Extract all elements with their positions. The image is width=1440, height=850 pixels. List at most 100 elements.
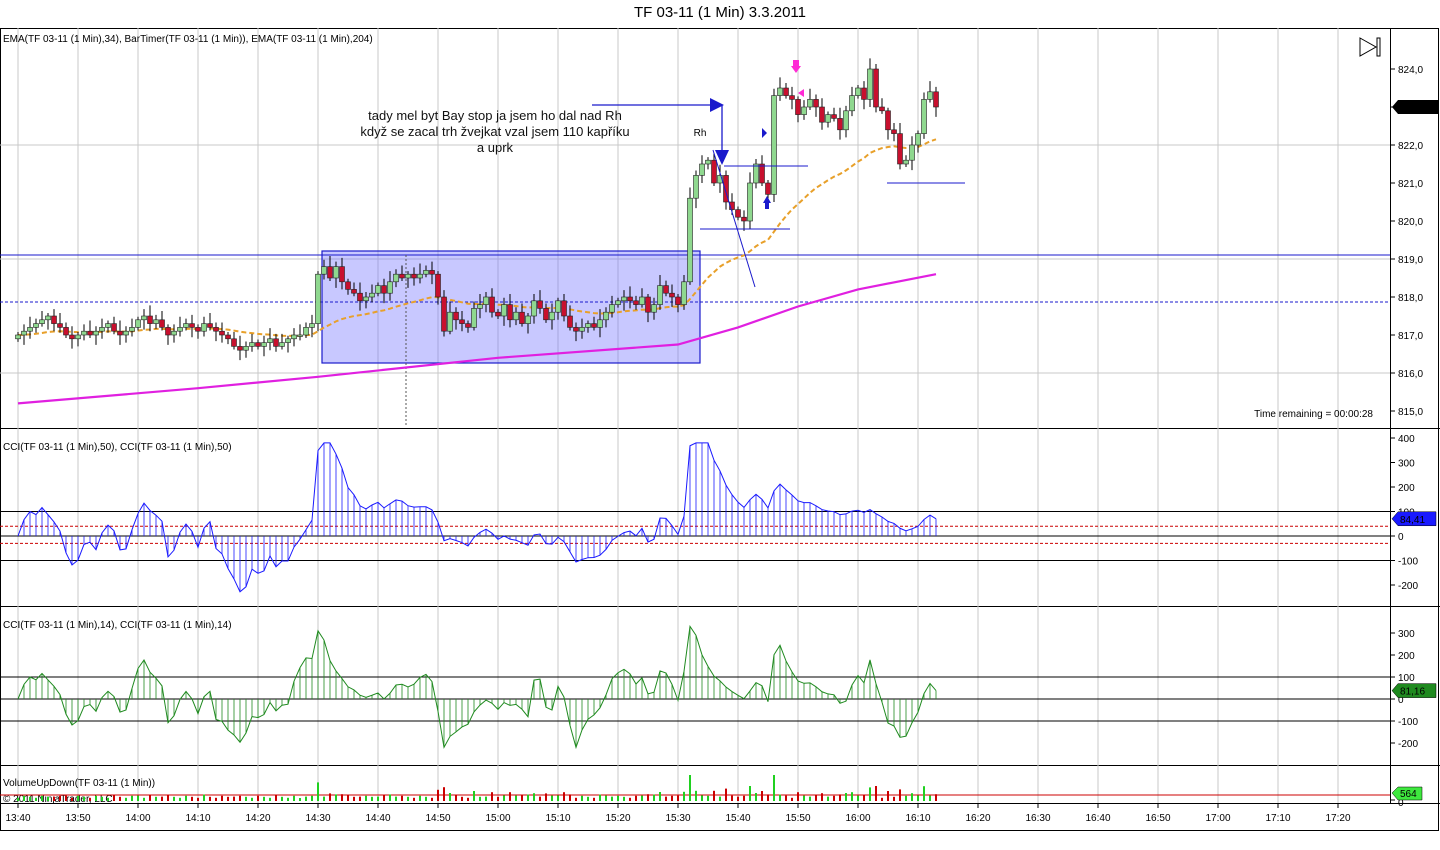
cci14-value-label: 81,16 bbox=[1400, 687, 1425, 698]
rh-label: Rh bbox=[694, 128, 707, 139]
candle-body-up bbox=[183, 323, 189, 328]
candle bbox=[753, 159, 759, 189]
candle-body-up bbox=[699, 163, 705, 176]
price-tick-label: 820,0 bbox=[1398, 217, 1423, 228]
cci50-tick-label: 200 bbox=[1398, 483, 1415, 494]
candle bbox=[165, 324, 171, 345]
candle-body-down bbox=[537, 300, 543, 309]
annotation-note-line: a uprk bbox=[477, 140, 514, 155]
candle-body-up bbox=[33, 323, 39, 328]
last-price-label: 823,0 bbox=[1401, 103, 1426, 114]
time-tick-label: 14:30 bbox=[305, 813, 330, 824]
candle bbox=[249, 333, 255, 352]
candle-body-down bbox=[879, 106, 885, 112]
time-tick-label: 17:20 bbox=[1325, 813, 1350, 824]
candle bbox=[129, 318, 135, 337]
candle bbox=[153, 314, 159, 329]
price-tick-label: 821,0 bbox=[1398, 179, 1423, 190]
candle-body-down bbox=[873, 68, 879, 108]
candle-body-down bbox=[57, 323, 63, 328]
candle-body-up bbox=[693, 175, 699, 199]
candle-body-up bbox=[555, 300, 561, 313]
candle bbox=[261, 335, 267, 357]
candle bbox=[693, 170, 699, 209]
time-tick-label: 16:50 bbox=[1145, 813, 1170, 824]
candle bbox=[195, 324, 201, 339]
candle-body-down bbox=[63, 327, 69, 336]
time-tick-label: 14:10 bbox=[185, 813, 210, 824]
candle-body-down bbox=[147, 315, 153, 324]
candle-body-down bbox=[255, 342, 261, 347]
candle bbox=[777, 77, 783, 101]
price-tick-label: 822,0 bbox=[1398, 141, 1423, 152]
candle bbox=[897, 122, 903, 170]
candle bbox=[201, 316, 207, 337]
candle-body-up bbox=[579, 327, 585, 332]
chart-canvas[interactable]: 13:40 13:50 14:00 14:10 14:20 14:30 14:40 14:50… bbox=[0, 0, 1440, 850]
candle bbox=[39, 311, 45, 327]
candle-body-up bbox=[747, 182, 753, 222]
candle-body-down bbox=[663, 285, 669, 294]
cci14-tick-label: 100 bbox=[1398, 673, 1415, 684]
candle bbox=[891, 122, 897, 142]
candle-body-down bbox=[411, 273, 417, 279]
candle-body-down bbox=[465, 323, 471, 328]
candle-body-up bbox=[513, 311, 519, 321]
candle bbox=[45, 312, 51, 330]
candle-body-up bbox=[687, 197, 693, 283]
candle bbox=[843, 105, 849, 138]
candle-body-up bbox=[321, 266, 327, 275]
cci50-label: CCI(TF 03-11 (1 Min),50), CCI(TF 03-11 (… bbox=[3, 442, 232, 453]
candle bbox=[213, 322, 219, 342]
candle-body-down bbox=[795, 99, 801, 115]
candle bbox=[771, 88, 777, 202]
candle-body-up bbox=[825, 114, 831, 123]
candle-body-down bbox=[489, 296, 495, 313]
candle-body-down bbox=[561, 300, 567, 317]
small-marker-icon bbox=[762, 128, 767, 138]
price-tick-label: 815,0 bbox=[1398, 407, 1423, 418]
candle-body-down bbox=[429, 270, 435, 275]
candle bbox=[759, 155, 765, 187]
candle-body-up bbox=[927, 91, 933, 100]
candle-body-down bbox=[741, 216, 747, 222]
time-tick-label: 15:50 bbox=[785, 813, 810, 824]
candle-body-down bbox=[69, 334, 75, 340]
candle-body-down bbox=[327, 266, 333, 279]
candle bbox=[813, 94, 819, 117]
time-tick-label: 16:10 bbox=[905, 813, 930, 824]
candle-body-up bbox=[777, 87, 783, 96]
candle bbox=[915, 130, 921, 153]
candle bbox=[723, 170, 729, 210]
candle-body-up bbox=[39, 319, 45, 324]
candle-body-down bbox=[117, 330, 123, 336]
candle-body-up bbox=[477, 304, 483, 309]
candle bbox=[243, 341, 249, 358]
candle bbox=[117, 320, 123, 345]
candle-body-up bbox=[291, 334, 297, 340]
price-label: EMA(TF 03-11 (1 Min),34), BarTimer(TF 03… bbox=[3, 34, 373, 45]
price-tick-label: 818,0 bbox=[1398, 293, 1423, 304]
candle bbox=[15, 331, 21, 342]
time-tick-label: 15:30 bbox=[665, 813, 690, 824]
candle-body-down bbox=[87, 330, 93, 336]
annotation-note-line: tady mel byt Bay stop ja jsem ho dal nad… bbox=[368, 108, 622, 123]
candle-body-down bbox=[213, 327, 219, 332]
go-to-end-icon[interactable] bbox=[1359, 37, 1381, 57]
candle-body-up bbox=[639, 296, 645, 305]
candle-body-up bbox=[27, 327, 33, 332]
candle-body-down bbox=[519, 311, 525, 324]
candle bbox=[837, 107, 843, 140]
candle bbox=[63, 322, 69, 339]
candle-body-up bbox=[75, 334, 81, 340]
candle-body-down bbox=[159, 319, 165, 328]
candle-body-down bbox=[819, 106, 825, 123]
candle bbox=[441, 290, 447, 337]
play-triangle bbox=[1359, 37, 1378, 57]
candle-body-down bbox=[453, 311, 459, 321]
candle-body-up bbox=[903, 159, 909, 165]
candle bbox=[159, 311, 165, 331]
cci14-tick-label: -200 bbox=[1398, 739, 1418, 750]
candle bbox=[135, 316, 141, 331]
cci14-tick-label: 300 bbox=[1398, 629, 1415, 640]
